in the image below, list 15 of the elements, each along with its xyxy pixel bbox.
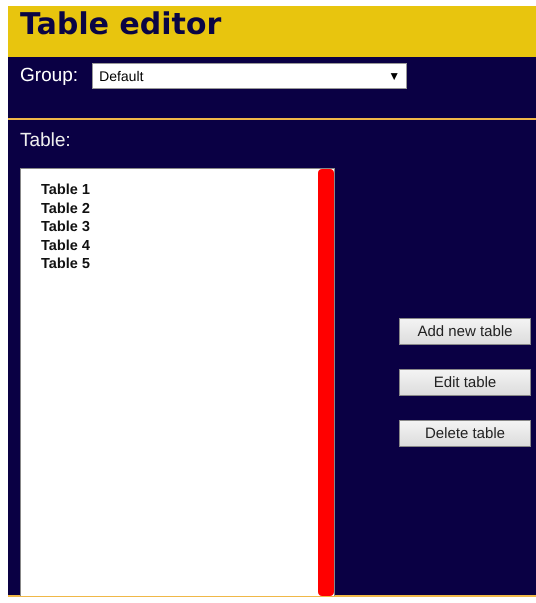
table-list[interactable]: Table 1 Table 2 Table 3 Table 4 Table 5 xyxy=(20,168,335,596)
table-list-item[interactable]: Table 1 xyxy=(41,181,90,200)
table-action-button[interactable]: Add new table xyxy=(399,318,531,345)
table-list-item[interactable]: Table 4 xyxy=(41,236,90,255)
dropdown-arrow-icon: ▼ xyxy=(388,68,400,82)
group-label: Group: xyxy=(20,64,78,86)
table-action-button[interactable]: Delete table xyxy=(399,420,531,447)
table-label: Table: xyxy=(20,130,72,153)
scrollbar[interactable] xyxy=(318,169,334,596)
table-list-item[interactable]: Table 3 xyxy=(41,218,90,236)
group-dropdown[interactable]: Default ▼ xyxy=(92,62,408,88)
page-title: Table editor xyxy=(20,7,222,42)
table-list-item[interactable]: Table 5 xyxy=(41,255,90,274)
table-action-button[interactable]: Edit table xyxy=(399,369,531,396)
table-list-item[interactable]: Table 2 xyxy=(41,200,90,218)
